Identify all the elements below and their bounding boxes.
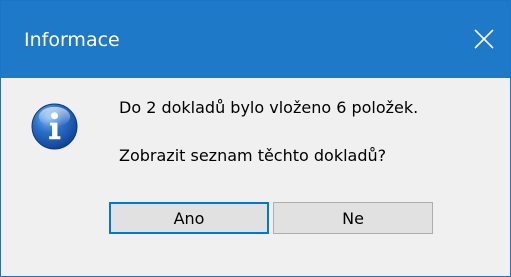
- message-line-2: Zobrazit seznam těchto dokladů?: [119, 146, 387, 165]
- window-title: Informace: [24, 29, 120, 51]
- close-button[interactable]: [458, 1, 510, 78]
- close-icon: [474, 29, 494, 49]
- message-dialog: Informace Do 2 dokladů bylo vloženo 6 po…: [0, 0, 511, 277]
- message-line-1: Do 2 dokladů bylo vloženo 6 položek.: [119, 98, 419, 117]
- dialog-content: Do 2 dokladů bylo vloženo 6 položek. Zob…: [1, 78, 510, 276]
- yes-button[interactable]: Ano: [109, 202, 269, 234]
- title-bar[interactable]: Informace: [1, 1, 510, 78]
- info-icon: [31, 103, 78, 150]
- no-button[interactable]: Ne: [273, 202, 433, 234]
